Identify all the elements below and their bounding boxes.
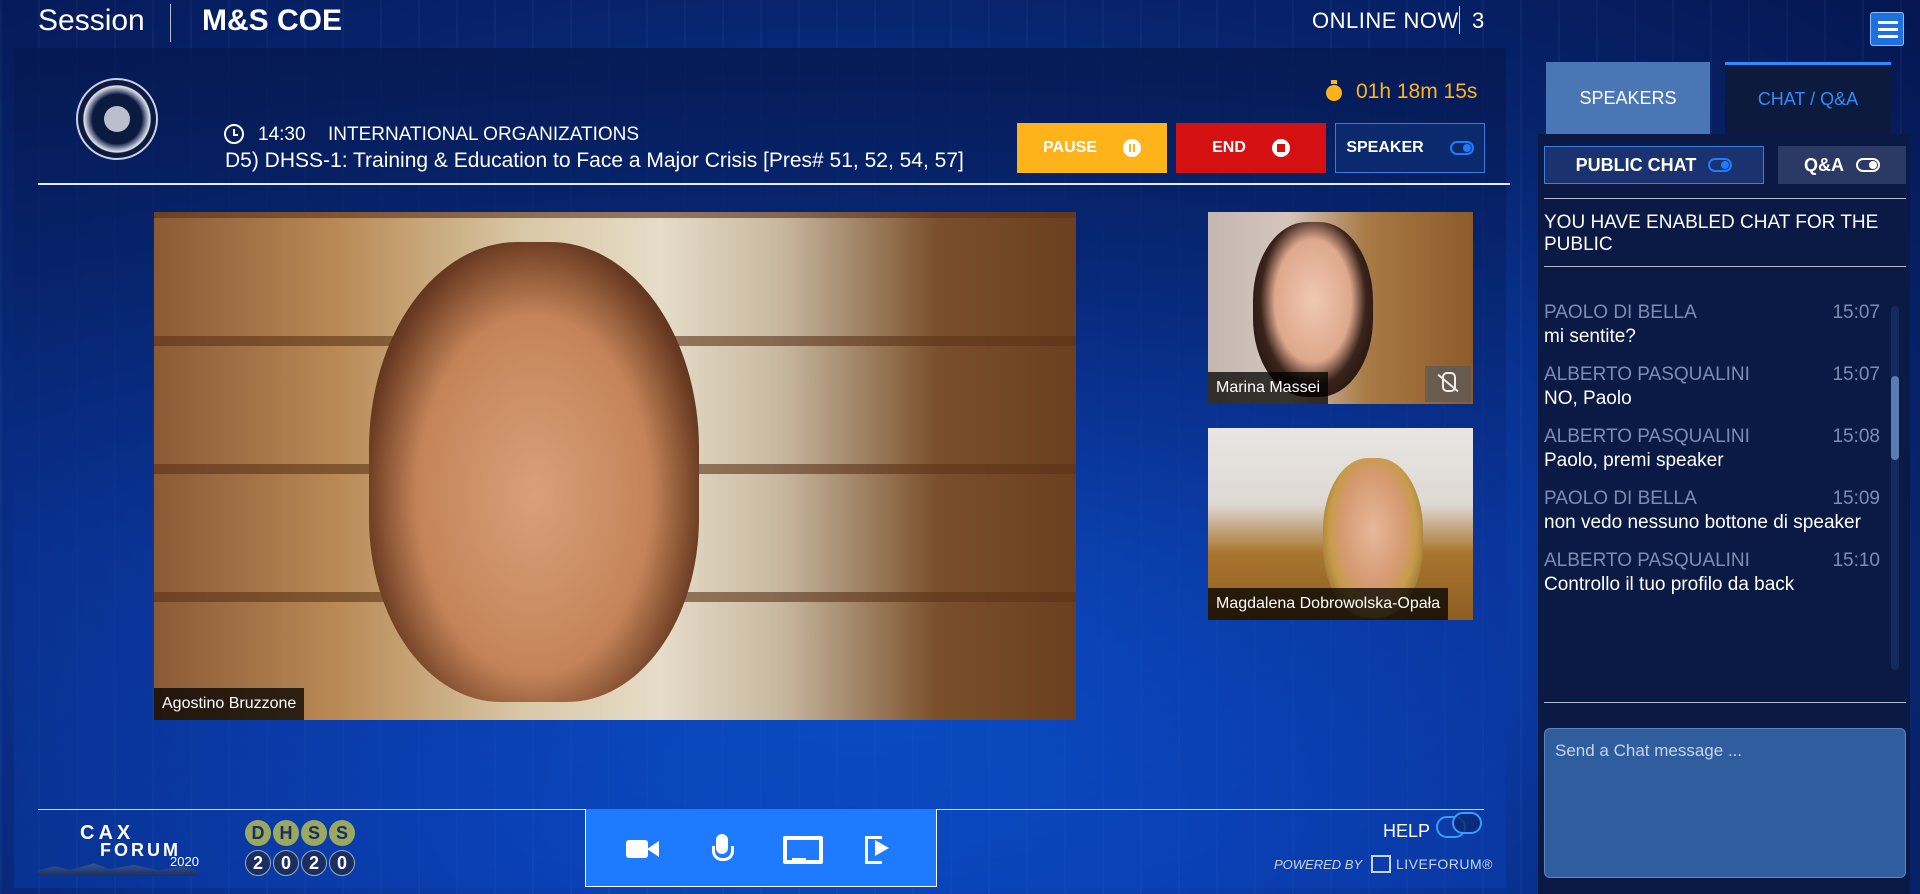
dhss-letter: H xyxy=(273,820,299,846)
org-name: M&S COE xyxy=(202,4,343,37)
public-chat-toggle[interactable]: PUBLIC CHAT xyxy=(1544,146,1764,184)
message-author: ALBERTO PASQUALINI xyxy=(1544,364,1750,385)
message-text: mi sentite? xyxy=(1544,326,1636,347)
hamburger-menu-icon[interactable] xyxy=(1870,12,1904,46)
toggle-switch-icon xyxy=(1856,158,1880,172)
microphone-icon[interactable] xyxy=(702,828,742,868)
message-time: 15:08 xyxy=(1832,426,1880,447)
message-time: 15:07 xyxy=(1832,302,1880,323)
speaker-face xyxy=(369,242,699,702)
session-category: INTERNATIONAL ORGANIZATIONS xyxy=(328,124,640,145)
chat-message: ALBERTO PASQUALINI 15:10 Controllo il tuo… xyxy=(1544,550,1880,596)
dhss-digit: 0 xyxy=(329,850,355,876)
online-count: 3 xyxy=(1472,8,1485,33)
pause-button[interactable]: PAUSE xyxy=(1017,123,1167,173)
organization-seal-logo xyxy=(76,78,158,160)
end-button-label: END xyxy=(1212,139,1246,156)
session-time: 14:30 xyxy=(258,124,306,145)
cax-year-text: 2020 xyxy=(170,854,199,869)
speaker-toggle-button[interactable]: SPEAKER xyxy=(1335,123,1485,173)
scroll-thumb[interactable] xyxy=(1891,376,1899,460)
message-text: Controllo il tuo profilo da back xyxy=(1544,574,1795,595)
toggle-switch-icon xyxy=(1449,141,1474,155)
message-author: PAOLO DI BELLA xyxy=(1544,488,1697,509)
main-video-name-label: Agostino Bruzzone xyxy=(154,688,305,720)
header-divider xyxy=(38,183,1510,185)
message-time: 15:07 xyxy=(1832,364,1880,385)
dhss-2020-logo: D H S S 2 0 2 0 xyxy=(245,820,355,880)
top-divider xyxy=(170,4,171,42)
session-label: Session xyxy=(38,4,145,37)
chat-panel: PUBLIC CHAT Q&A YOU HAVE ENABLED CHAT FO… xyxy=(1538,134,1910,894)
participant-2-name-label: Magdalena Dobrowolska-Opała xyxy=(1208,588,1449,620)
chat-message-input[interactable]: Send a Chat message ... xyxy=(1544,728,1906,878)
end-button[interactable]: END xyxy=(1176,123,1326,173)
dhss-digit: 2 xyxy=(245,850,271,876)
camera-icon[interactable] xyxy=(623,828,663,868)
chat-message: ALBERTO PASQUALINI 15:08 Paolo, premi spe… xyxy=(1544,426,1880,472)
chat-message: PAOLO DI BELLA 15:07 mi sentite? xyxy=(1544,302,1880,348)
participant-video-2: Magdalena Dobrowolska-Opała xyxy=(1208,428,1473,620)
pause-button-label: PAUSE xyxy=(1043,139,1097,156)
mic-muted-icon xyxy=(1425,366,1471,402)
speaker-button-label: SPEAKER xyxy=(1346,139,1424,156)
message-author: ALBERTO PASQUALINI xyxy=(1544,550,1750,571)
qa-label: Q&A xyxy=(1804,154,1844,175)
message-text: NO, Paolo xyxy=(1544,388,1632,409)
exit-icon[interactable] xyxy=(859,828,899,868)
message-text: non vedo nessuno bottone di speaker xyxy=(1544,512,1861,533)
clock-icon xyxy=(224,124,244,144)
tab-speakers[interactable]: SPEAKERS xyxy=(1546,62,1710,134)
cax-forum-text: FORUM xyxy=(100,840,181,860)
powered-by-label: POWERED BY xyxy=(1274,857,1363,872)
chat-divider xyxy=(1544,266,1906,267)
dhss-letter: S xyxy=(301,820,327,846)
top-bar: Session M&S COE ONLINE NOW 3 xyxy=(0,0,1920,46)
stop-icon xyxy=(1271,139,1290,157)
dhss-letter: S xyxy=(329,820,355,846)
chat-message: PAOLO DI BELLA 15:09 non vedo nessuno bot… xyxy=(1544,488,1880,534)
online-separator xyxy=(1459,6,1460,34)
pause-icon xyxy=(1122,139,1141,157)
session-timer: 01h 18m 15s xyxy=(1356,80,1478,103)
screen-share-icon[interactable] xyxy=(780,828,824,868)
liveforum-brand: LIVEFORUM® xyxy=(1396,856,1493,872)
participant-face xyxy=(1253,222,1373,397)
message-author: ALBERTO PASQUALINI xyxy=(1544,426,1750,447)
participant-1-name-label: Marina Massei xyxy=(1208,372,1329,404)
message-time: 15:10 xyxy=(1832,550,1880,571)
qa-toggle[interactable]: Q&A xyxy=(1778,146,1906,184)
dhss-digit: 2 xyxy=(301,850,327,876)
side-panel: SPEAKERS CHAT / Q&A PUBLIC CHAT Q&A YOU … xyxy=(1510,50,1920,894)
main-stage: 14:30 INTERNATIONAL ORGANIZATIONS D5) DH… xyxy=(14,48,1510,888)
liveforum-logo-icon xyxy=(1371,855,1391,873)
cax-forum-logo: CAX FORUM 2020 xyxy=(38,818,228,878)
session-title: D5) DHSS-1: Training & Education to Face… xyxy=(225,149,964,172)
toggle-switch-icon xyxy=(1708,158,1733,172)
chat-scrollbar[interactable] xyxy=(1891,306,1899,670)
message-author: PAOLO DI BELLA xyxy=(1544,302,1697,323)
chat-divider xyxy=(1544,702,1906,703)
chat-message: ALBERTO PASQUALINI 15:07 NO, Paolo xyxy=(1544,364,1880,410)
media-control-bar xyxy=(585,809,937,887)
message-time: 15:09 xyxy=(1832,488,1880,509)
help-chat-bubbles-icon[interactable] xyxy=(1436,812,1484,844)
tab-chat-qa[interactable]: CHAT / Q&A xyxy=(1725,62,1891,134)
dhss-digit: 0 xyxy=(273,850,299,876)
main-speaker-video: Agostino Bruzzone xyxy=(154,212,1076,720)
dhss-letter: D xyxy=(245,820,271,846)
help-link[interactable]: HELP xyxy=(1383,821,1430,842)
online-now-label: ONLINE NOW xyxy=(1312,8,1459,33)
participant-video-1: Marina Massei xyxy=(1208,212,1473,404)
message-text: Paolo, premi speaker xyxy=(1544,450,1724,471)
chat-divider xyxy=(1544,198,1906,199)
public-chat-label: PUBLIC CHAT xyxy=(1575,154,1697,175)
stopwatch-icon xyxy=(1324,80,1344,102)
chat-notice: YOU HAVE ENABLED CHAT FOR THE PUBLIC xyxy=(1544,212,1879,255)
chat-message-list[interactable]: PAOLO DI BELLA 15:07 mi sentite? ALBERTO … xyxy=(1544,302,1880,682)
